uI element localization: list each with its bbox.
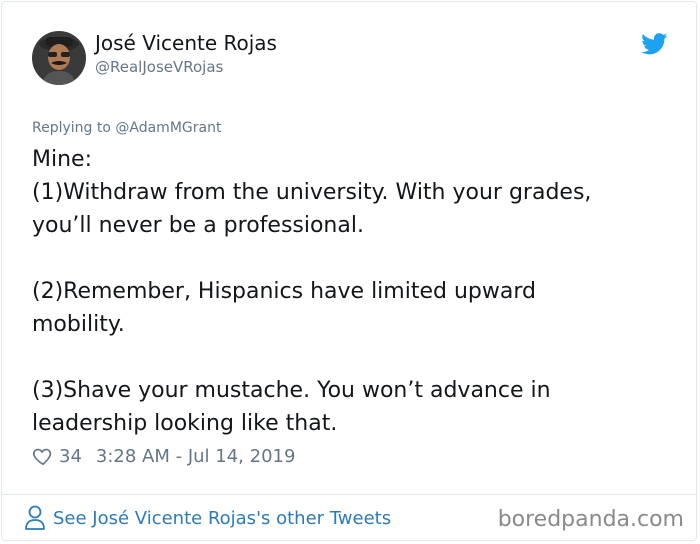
tweet-line: Mine: [32, 147, 92, 172]
person-icon [24, 505, 46, 531]
reply-context[interactable]: Replying to @AdamMGrant [32, 120, 221, 136]
site-watermark: boredpanda.com [497, 507, 684, 532]
tweet-line: (2)Remember, Hispanics have limited upwa… [32, 279, 536, 304]
author-display-name[interactable]: José Vicente Rojas [95, 31, 277, 55]
like-count: 34 [59, 445, 82, 467]
tweet-line: (3)Shave your mustache. You won’t advanc… [32, 378, 551, 403]
tweet-line: (1)Withdraw from the university. With yo… [32, 180, 592, 205]
tweet-line: mobility. [32, 312, 125, 337]
author-handle[interactable]: @RealJoseVRojas [95, 58, 223, 76]
author-avatar[interactable] [32, 31, 86, 85]
see-other-tweets-link[interactable]: See José Vicente Rojas's other Tweets [24, 505, 391, 531]
tweet-meta: 34 3:28 AM - Jul 14, 2019 [32, 443, 295, 469]
footer-divider [1, 494, 697, 495]
twitter-bird-icon[interactable] [641, 33, 668, 55]
tweet-timestamp[interactable]: 3:28 AM - Jul 14, 2019 [96, 446, 296, 467]
tweet-line: you’ll never be a professional. [32, 213, 364, 238]
tweet-text: Mine: (1)Withdraw from the university. W… [32, 143, 672, 440]
tweet-line: leadership looking like that. [32, 411, 338, 436]
see-other-tweets-label[interactable]: See José Vicente Rojas's other Tweets [53, 508, 391, 529]
heart-icon[interactable] [32, 445, 54, 467]
